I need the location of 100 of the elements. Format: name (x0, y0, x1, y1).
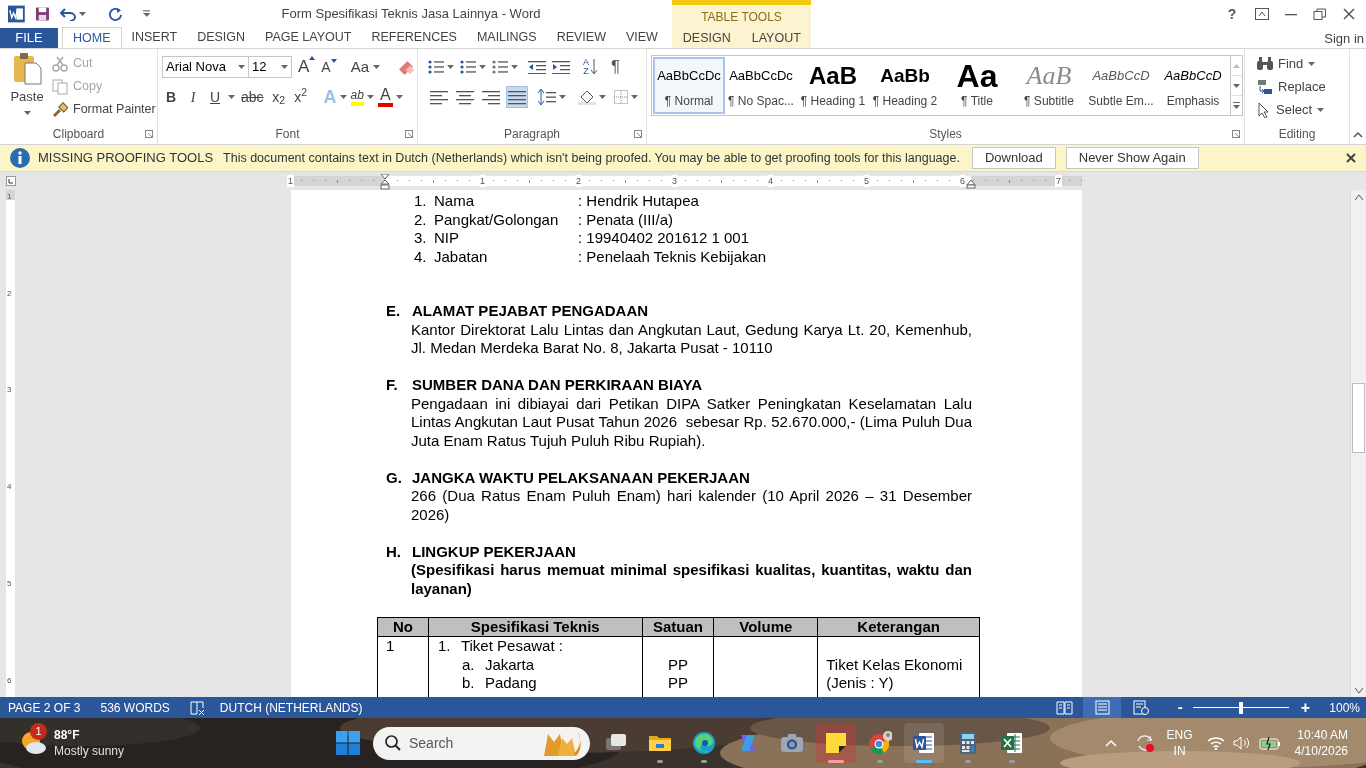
line-spacing-button[interactable] (538, 89, 566, 105)
collapse-ribbon-icon[interactable] (1353, 132, 1363, 138)
scrollbar[interactable] (1350, 190, 1366, 697)
scroll-up-icon[interactable] (1354, 194, 1363, 200)
close-icon[interactable] (1346, 153, 1356, 163)
chevron-up-icon[interactable] (1104, 739, 1117, 747)
bullets-button[interactable] (428, 60, 454, 74)
style-item[interactable]: AaBbCcDc ¶ No Spac... (725, 57, 797, 114)
numbering-button[interactable] (460, 60, 486, 74)
numbering-icon (460, 60, 476, 74)
font-size-field[interactable]: 12 (249, 56, 292, 78)
style-item[interactable]: AaBbCcD Emphasis (1157, 57, 1229, 114)
increase-indent-icon[interactable] (552, 60, 570, 74)
help-button[interactable]: ? (1224, 3, 1240, 25)
zoom-thumb[interactable] (1239, 701, 1244, 714)
group-label: Font (275, 126, 300, 143)
show-formatting-button[interactable]: ¶ (611, 54, 621, 80)
format-button[interactable]: B (162, 86, 180, 108)
save-icon[interactable] (34, 6, 50, 22)
dialog-launcher-icon[interactable] (634, 130, 642, 138)
ribbon-tab[interactable]: DESIGN (187, 27, 256, 48)
dialog-launcher-icon[interactable] (1232, 130, 1240, 138)
style-item[interactable]: AaBb ¶ Heading 2 (869, 57, 941, 114)
list-number: 2. (414, 210, 428, 229)
style-preview: Aa (956, 59, 998, 92)
clear-formatting-button[interactable] (398, 59, 417, 75)
format-button[interactable]: x$_{2}$ (269, 86, 288, 108)
paste-button[interactable]: Paste (4, 53, 50, 121)
find-button[interactable]: Find (1257, 53, 1349, 75)
document-icon[interactable] (8, 5, 25, 23)
ribbon-tab[interactable]: PAGE LAYOUT (255, 27, 362, 48)
ribbon-tab[interactable]: HOME (62, 27, 122, 48)
ribbon-tab[interactable]: DESIGN (672, 28, 742, 48)
close-icon[interactable] (1342, 8, 1356, 20)
select-button[interactable]: Select (1257, 99, 1349, 121)
scroll-down-icon[interactable] (1354, 687, 1363, 693)
more-styles-icon[interactable] (1233, 102, 1240, 109)
sign-in-link[interactable]: Sign in (1324, 28, 1364, 48)
redo-icon[interactable] (107, 6, 123, 22)
list-number: 3. (414, 229, 428, 248)
format-button[interactable]: I (184, 86, 202, 108)
language-status[interactable]: DUTCH (NETHERLANDS) (219, 698, 363, 717)
sync-icon[interactable] (1134, 733, 1155, 753)
battery-icon[interactable] (1258, 736, 1281, 750)
ribbon-tab[interactable]: REFERENCES (361, 27, 467, 48)
style-item[interactable]: Aa ¶ Title (941, 57, 1013, 114)
scroll-down-icon[interactable] (1233, 83, 1240, 88)
style-preview: AaBbCcD (1164, 69, 1222, 82)
list-number: 4. (414, 247, 428, 266)
change-case-button[interactable]: Aa (350, 55, 381, 79)
shading-button[interactable] (578, 89, 606, 105)
infobar-button[interactable]: Download (971, 147, 1056, 169)
replace-button[interactable]: Replace (1257, 76, 1349, 98)
ribbon-display-icon[interactable] (1255, 8, 1269, 20)
restore-icon[interactable] (1313, 8, 1327, 20)
zoom-in-button[interactable]: + (1299, 695, 1312, 720)
customize-icon[interactable] (142, 10, 150, 18)
format-button[interactable]: U (206, 86, 224, 108)
highlight-button[interactable]: ab (350, 88, 374, 106)
format-button[interactable]: x$^{2}$ (291, 86, 310, 108)
multilevel-list-button[interactable] (492, 60, 518, 74)
volume-icon[interactable] (1232, 736, 1251, 750)
format-painter-button[interactable]: Format Painter (52, 98, 156, 121)
taskbar-app-button[interactable] (904, 723, 944, 763)
style-item[interactable]: AaB ¶ Heading 1 (797, 57, 869, 114)
ribbon-tab[interactable]: VIEW (615, 27, 668, 48)
sort-button[interactable]: AZ (582, 58, 597, 76)
ribbon-tab[interactable]: INSERT (121, 27, 188, 48)
list-number: 1. (437, 637, 452, 656)
dialog-launcher-icon[interactable] (405, 130, 413, 138)
style-name: Subtle Em... (1088, 93, 1154, 110)
decrease-indent-icon[interactable] (528, 60, 546, 74)
right-indent-marker-icon[interactable] (966, 179, 976, 189)
align-justify-button[interactable] (506, 86, 528, 108)
shrink-font-button[interactable]: A (321, 56, 337, 78)
borders-button[interactable] (614, 90, 638, 104)
scroll-thumb[interactable] (1352, 383, 1365, 453)
print-view-button[interactable] (1083, 697, 1122, 718)
format-button[interactable]: abc (239, 86, 266, 108)
grow-font-button[interactable]: A (298, 54, 316, 80)
ribbon-tab[interactable]: REVIEW (546, 27, 616, 48)
infobar-button[interactable]: Never Show Again (1065, 147, 1199, 169)
font-color-button[interactable]: A (377, 87, 403, 107)
zoom-slider[interactable] (1191, 701, 1292, 714)
tab-selector-icon[interactable] (6, 176, 16, 186)
file-tab[interactable]: FILE (0, 28, 58, 48)
undo-icon[interactable] (59, 7, 76, 21)
wifi-icon[interactable] (1206, 736, 1225, 750)
font-name-field[interactable]: Arial Nova (162, 56, 249, 78)
style-item[interactable]: AaB ¶ Subtitle (1013, 57, 1085, 114)
ribbon-tab[interactable]: MAILINGS (466, 27, 547, 48)
zoom-level[interactable]: 100% (1329, 698, 1360, 717)
group-label: Clipboard (52, 126, 105, 143)
style-item[interactable]: AaBbCcD Subtle Em... (1085, 57, 1157, 114)
proofing-icon[interactable] (189, 700, 206, 715)
indent-marker-icon[interactable] (380, 174, 390, 190)
style-item[interactable]: AaBbCcDc ¶ Normal (653, 57, 725, 114)
ribbon-tab[interactable]: LAYOUT (741, 28, 811, 48)
zoom-out-button[interactable]: - (1175, 696, 1186, 719)
dialog-launcher-icon[interactable] (145, 130, 153, 138)
